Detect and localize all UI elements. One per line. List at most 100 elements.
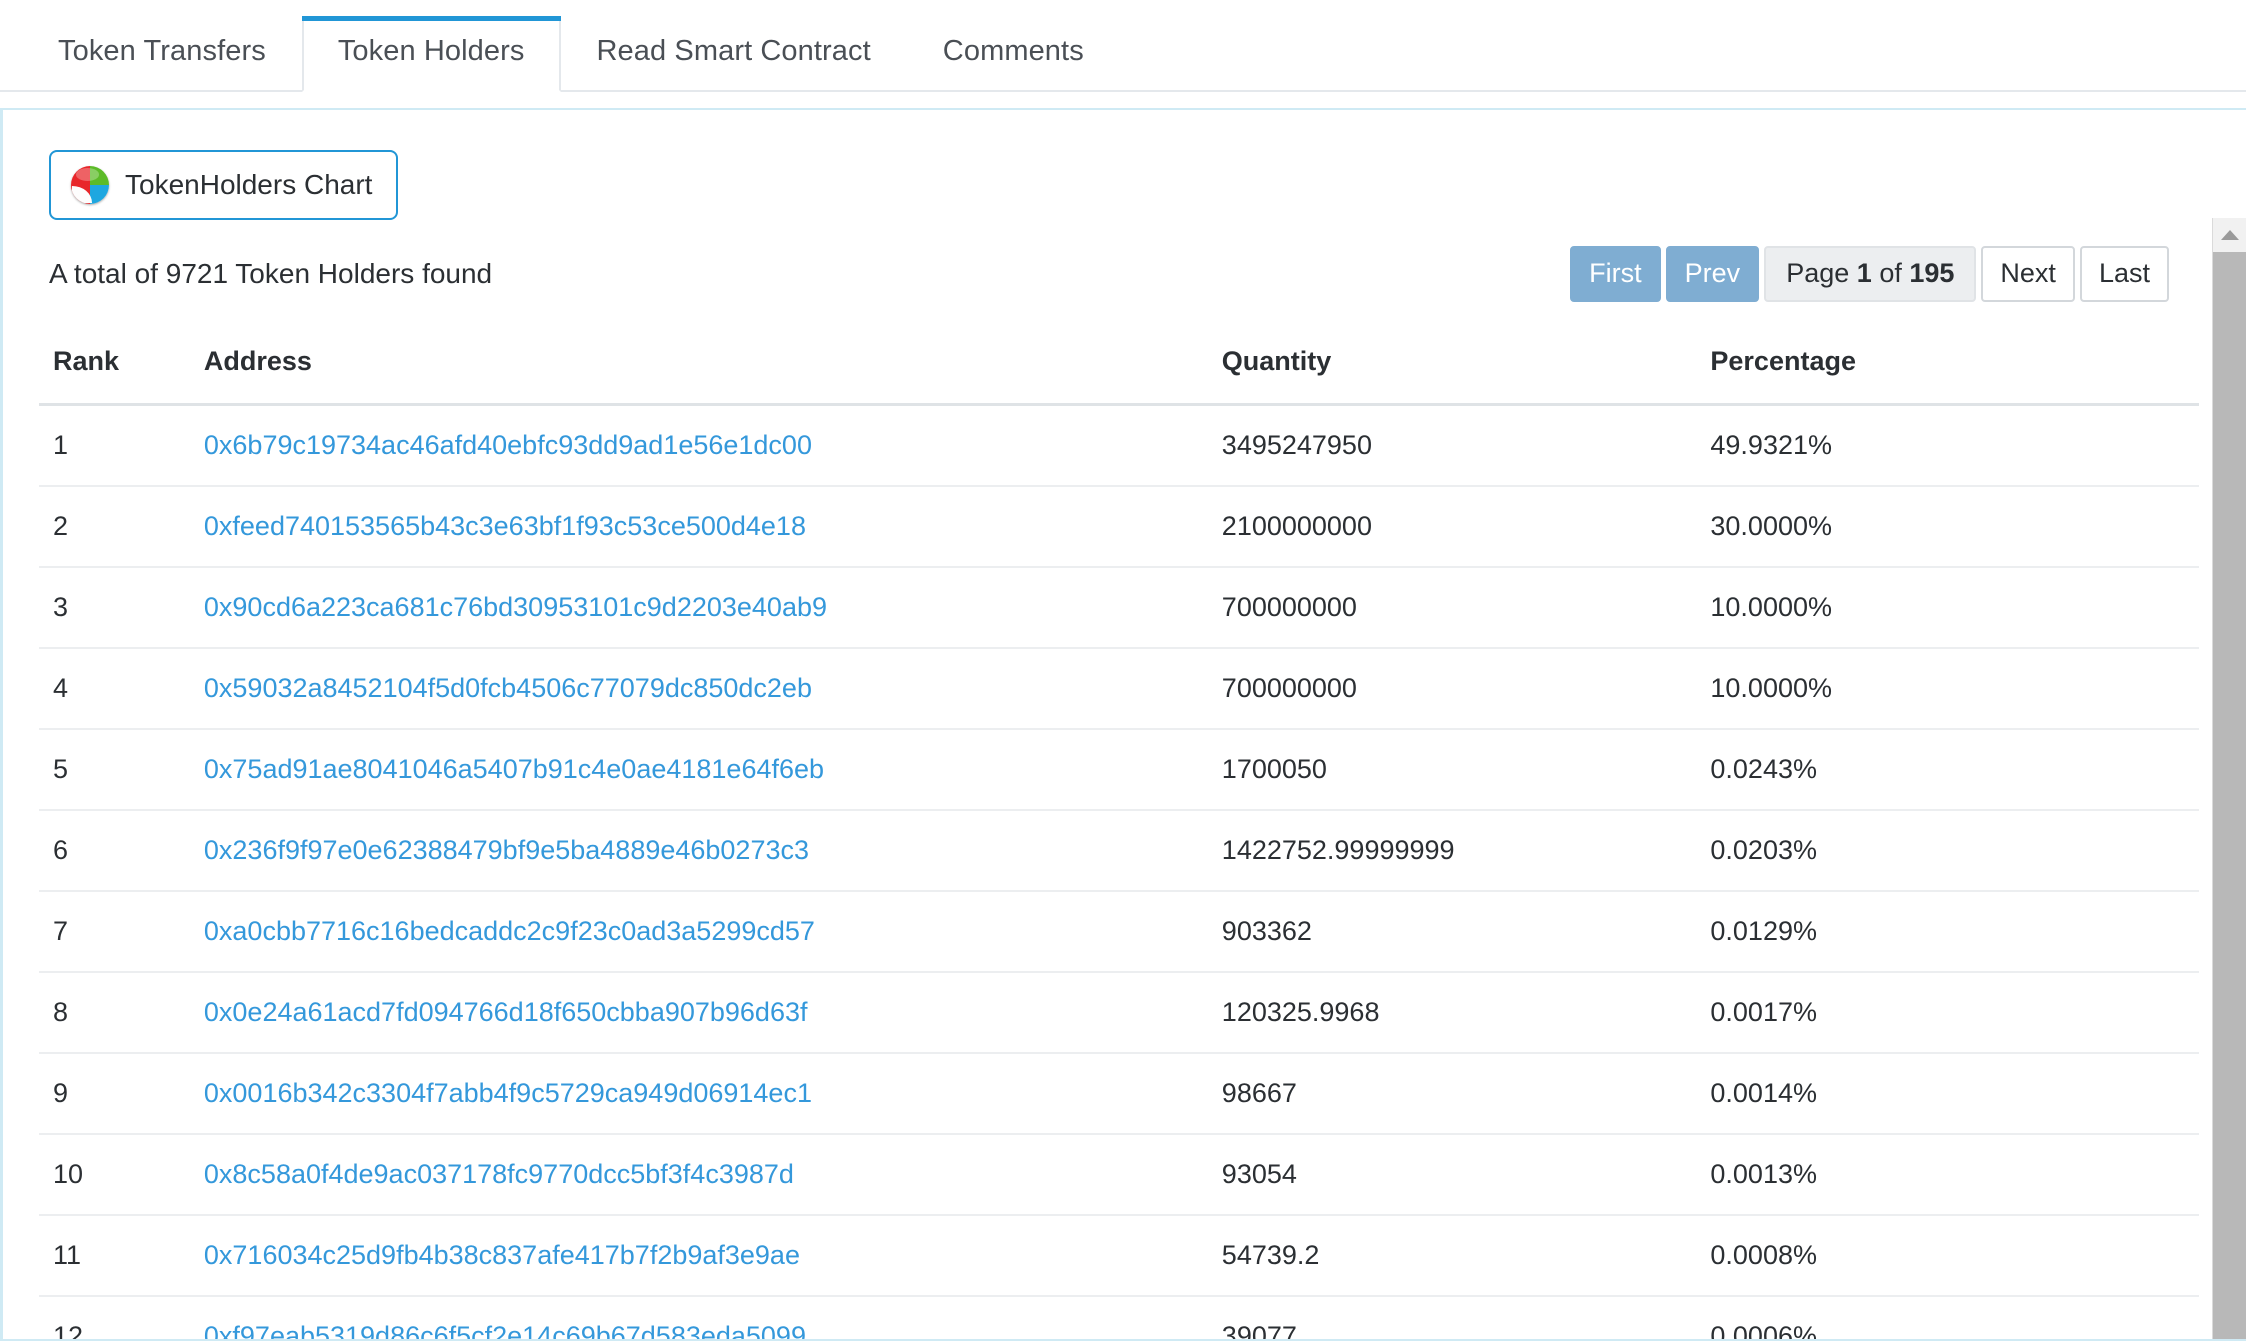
pagination-next-button[interactable]: Next (1981, 246, 2075, 302)
cell-percentage: 10.0000% (1710, 647, 2199, 730)
address-link[interactable]: 0xfeed740153565b43c3e63bf1f93c53ce500d4e… (204, 511, 806, 541)
panel-content: TokenHolders Chart A total of 9721 Token… (3, 110, 2215, 1339)
tab-read-smart-contract[interactable]: Read Smart Contract (561, 16, 907, 90)
cell-address: 0x236f9f97e0e62388479bf9e5ba4889e46b0273… (203, 809, 1222, 892)
summary-and-pagination-row: A total of 9721 Token Holders found Firs… (3, 220, 2215, 302)
token-holders-table: Rank Address Quantity Percentage 1 0x6b79… (39, 331, 2199, 1339)
cell-quantity: 1700050 (1221, 728, 1711, 811)
cell-quantity: 120325.9968 (1221, 971, 1711, 1054)
pagination-prev-button[interactable]: Prev (1665, 246, 1760, 302)
tab-token-transfers[interactable]: Token Transfers (22, 16, 302, 90)
cell-percentage: 0.0203% (1710, 809, 2199, 892)
table-body: 1 0x6b79c19734ac46afd40ebfc93dd9ad1e56e1d… (39, 404, 2199, 1339)
table-row: 2 0xfeed740153565b43c3e63bf1f93c53ce500d4… (39, 485, 2199, 568)
cell-rank: 3 (39, 566, 204, 649)
tab-label: Token Holders (337, 35, 525, 68)
column-header-quantity: Quantity (1221, 331, 1711, 406)
cell-address: 0x75ad91ae8041046a5407b91c4e0ae4181e64f6… (203, 728, 1222, 811)
scrollbar-up-button[interactable] (2213, 218, 2246, 252)
table-head: Rank Address Quantity Percentage (39, 331, 2199, 406)
cell-percentage: 0.0014% (1710, 1052, 2199, 1135)
tab-label: Read Smart Contract (596, 35, 871, 68)
scrollbar-thumb[interactable] (2213, 252, 2246, 1339)
cell-percentage: 0.0129% (1710, 890, 2199, 973)
token-holders-page: Token Transfers Token Holders Read Smart… (0, 0, 2246, 1341)
cell-rank: 11 (39, 1214, 204, 1297)
cell-quantity: 39077 (1221, 1295, 1711, 1339)
address-link[interactable]: 0xf97eab5319d86c6f5cf2e14c69b67d583eda50… (204, 1321, 806, 1339)
cell-quantity: 903362 (1221, 890, 1711, 973)
cell-rank: 5 (39, 728, 204, 811)
table-row: 4 0x59032a8452104f5d0fcb4506c77079dc850dc… (39, 647, 2199, 730)
table-row: 3 0x90cd6a223ca681c76bd30953101c9d2203e40… (39, 566, 2199, 649)
tab-bar: Token Transfers Token Holders Read Smart… (0, 0, 2246, 92)
cell-rank: 4 (39, 647, 204, 730)
pagination-page-prefix: Page (1786, 258, 1850, 288)
pagination-first-button[interactable]: First (1570, 246, 1661, 302)
tab-token-holders[interactable]: Token Holders (301, 16, 561, 92)
cell-percentage: 30.0000% (1710, 485, 2199, 568)
cell-rank: 12 (39, 1295, 204, 1339)
cell-rank: 9 (39, 1052, 204, 1135)
cell-percentage: 0.0006% (1710, 1295, 2199, 1339)
pagination-last-button[interactable]: Last (2079, 246, 2169, 302)
address-link[interactable]: 0x59032a8452104f5d0fcb4506c77079dc850dc2… (204, 673, 812, 703)
cell-address: 0xf97eab5319d86c6f5cf2e14c69b67d583eda50… (203, 1295, 1222, 1339)
cell-rank: 7 (39, 890, 204, 973)
cell-address: 0x716034c25d9fb4b38c837afe417b7f2b9af3e9… (203, 1214, 1222, 1297)
cell-percentage: 0.0008% (1710, 1214, 2199, 1297)
tab-comments[interactable]: Comments (907, 16, 1120, 90)
pagination-page-indicator: Page 1 of 195 (1764, 246, 1977, 302)
table-row: 7 0xa0cbb7716c16bedcaddc2c9f23c0ad3a5299c… (39, 890, 2199, 973)
address-link[interactable]: 0x716034c25d9fb4b38c837afe417b7f2b9af3e9… (204, 1240, 800, 1270)
pagination-current-page: 1 (1856, 258, 1872, 288)
total-holders-text: A total of 9721 Token Holders found (49, 258, 493, 290)
cell-percentage: 49.9321% (1710, 404, 2199, 487)
table-row: 6 0x236f9f97e0e62388479bf9e5ba4889e46b027… (39, 809, 2199, 892)
cell-rank: 1 (39, 404, 204, 487)
address-link[interactable]: 0x0e24a61acd7fd094766d18f650cbba907b96d6… (204, 997, 808, 1027)
cell-address: 0xfeed740153565b43c3e63bf1f93c53ce500d4e… (203, 485, 1222, 568)
pagination-next-label: Next (2000, 258, 2056, 288)
cell-percentage: 0.0243% (1710, 728, 2199, 811)
table-row: 8 0x0e24a61acd7fd094766d18f650cbba907b96d… (39, 971, 2199, 1054)
tokenholders-chart-button[interactable]: TokenHolders Chart (49, 150, 399, 220)
address-link[interactable]: 0x6b79c19734ac46afd40ebfc93dd9ad1e56e1dc… (204, 430, 812, 460)
pagination-prev-label: Prev (1684, 258, 1741, 288)
tab-label: Comments (942, 35, 1084, 68)
column-header-rank: Rank (39, 331, 204, 406)
cell-rank: 2 (39, 485, 204, 568)
cell-percentage: 10.0000% (1710, 566, 2199, 649)
pagination: First Prev Page 1 of 195 Next Last (1570, 246, 2169, 302)
address-link[interactable]: 0x90cd6a223ca681c76bd30953101c9d2203e40a… (204, 592, 827, 622)
cell-quantity: 93054 (1221, 1133, 1711, 1216)
cell-quantity: 700000000 (1221, 566, 1711, 649)
cell-address: 0x8c58a0f4de9ac037178fc9770dcc5bf3f4c398… (203, 1133, 1222, 1216)
table-header-row: Rank Address Quantity Percentage (39, 331, 2199, 406)
pagination-of-label: of (1879, 258, 1902, 288)
chevron-up-icon (2221, 230, 2239, 240)
address-link[interactable]: 0x8c58a0f4de9ac037178fc9770dcc5bf3f4c398… (204, 1159, 794, 1189)
cell-quantity: 54739.2 (1221, 1214, 1711, 1297)
pie-chart-icon (71, 166, 109, 204)
table-row: 5 0x75ad91ae8041046a5407b91c4e0ae4181e64f… (39, 728, 2199, 811)
cell-address: 0x6b79c19734ac46afd40ebfc93dd9ad1e56e1dc… (203, 404, 1222, 487)
token-holders-panel: TokenHolders Chart A total of 9721 Token… (0, 108, 2246, 1341)
cell-address: 0x0e24a61acd7fd094766d18f650cbba907b96d6… (203, 971, 1222, 1054)
cell-quantity: 98667 (1221, 1052, 1711, 1135)
pagination-first-label: First (1589, 258, 1642, 288)
address-link[interactable]: 0x0016b342c3304f7abb4f9c5729ca949d06914e… (204, 1078, 812, 1108)
column-header-percentage: Percentage (1710, 331, 2199, 406)
address-link[interactable]: 0x75ad91ae8041046a5407b91c4e0ae4181e64f6… (204, 754, 824, 784)
table-row: 12 0xf97eab5319d86c6f5cf2e14c69b67d583eda… (39, 1295, 2199, 1339)
address-link[interactable]: 0x236f9f97e0e62388479bf9e5ba4889e46b0273… (204, 835, 809, 865)
address-link[interactable]: 0xa0cbb7716c16bedcaddc2c9f23c0ad3a5299cd… (204, 916, 815, 946)
cell-quantity: 2100000000 (1221, 485, 1711, 568)
pagination-last-label: Last (2098, 258, 2150, 288)
tab-label: Token Transfers (58, 35, 266, 68)
vertical-scrollbar[interactable] (2212, 218, 2246, 1339)
table-row: 9 0x0016b342c3304f7abb4f9c5729ca949d06914… (39, 1052, 2199, 1135)
cell-address: 0x59032a8452104f5d0fcb4506c77079dc850dc2… (203, 647, 1222, 730)
table-row: 11 0x716034c25d9fb4b38c837afe417b7f2b9af3… (39, 1214, 2199, 1297)
cell-address: 0x90cd6a223ca681c76bd30953101c9d2203e40a… (203, 566, 1222, 649)
